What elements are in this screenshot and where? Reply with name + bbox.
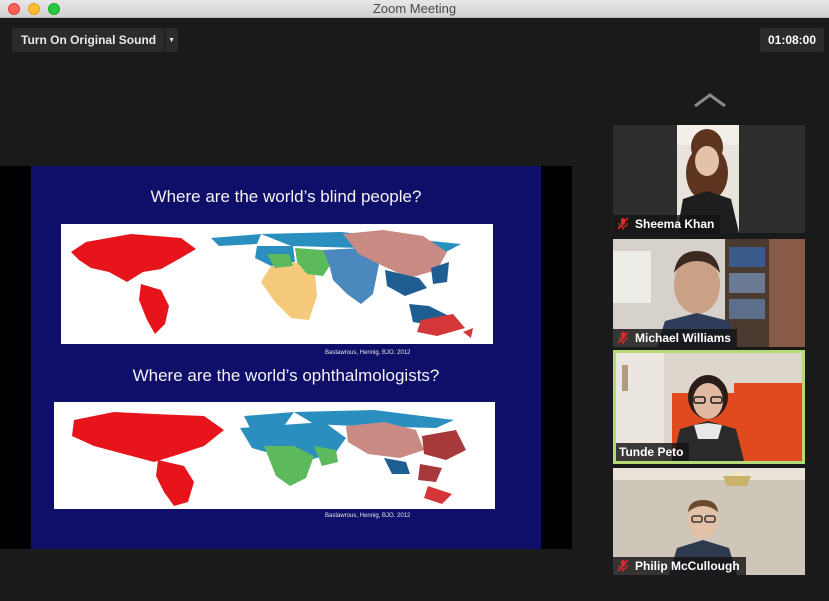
muted-mic-icon <box>617 217 629 230</box>
world-map-blind-people <box>61 224 493 344</box>
cartogram-blind-people <box>71 230 473 338</box>
participant-name-tag: Sheema Khan <box>613 215 721 233</box>
chevron-down-icon[interactable]: ▼ <box>164 28 178 52</box>
participant-name: Philip McCullough <box>635 559 740 573</box>
cartogram-ophthalmologists <box>72 410 466 506</box>
participant-name-tag: Philip McCullough <box>613 557 746 575</box>
window-title: Zoom Meeting <box>372 1 457 16</box>
slide-citation-1: Bastawrous, Hennig, BJO. 2012 <box>325 350 411 356</box>
world-map-ophthalmologists <box>54 402 495 509</box>
slide-title-ophthalmologists: Where are the world’s ophthalmologists? <box>132 366 440 385</box>
participant-name: Tunde Peto <box>619 445 684 459</box>
participant-tile-philip-mccullough[interactable]: Philip McCullough <box>613 468 805 575</box>
original-sound-label: Turn On Original Sound <box>21 33 157 47</box>
participant-tile-sheema-khan[interactable]: Sheema Khan <box>613 125 805 233</box>
muted-mic-icon <box>617 331 629 344</box>
presentation-slide: Where are the world’s blind people? Bast… <box>31 166 541 549</box>
original-sound-button[interactable]: Turn On Original Sound ▼ <box>12 28 179 52</box>
participant-name-tag: Michael Williams <box>613 329 737 347</box>
participant-name-tag: Tunde Peto <box>616 443 690 461</box>
slide-citation-2: Bastawrous, Hennig, BJO. 2012 <box>325 513 411 519</box>
shared-screen: Where are the world’s blind people? Bast… <box>0 166 572 549</box>
muted-mic-icon <box>617 559 629 572</box>
meeting-timer: 01:08:00 <box>760 28 824 52</box>
participant-name: Sheema Khan <box>635 217 715 231</box>
participant-tile-tunde-peto[interactable]: Tunde Peto <box>613 350 805 464</box>
title-bar: Zoom Meeting <box>0 0 829 18</box>
participant-tile-michael-williams[interactable]: Michael Williams <box>613 239 805 347</box>
chevron-up-icon[interactable] <box>693 92 727 108</box>
slide-title-blind: Where are the world’s blind people? <box>150 187 422 206</box>
participant-name: Michael Williams <box>635 331 731 345</box>
